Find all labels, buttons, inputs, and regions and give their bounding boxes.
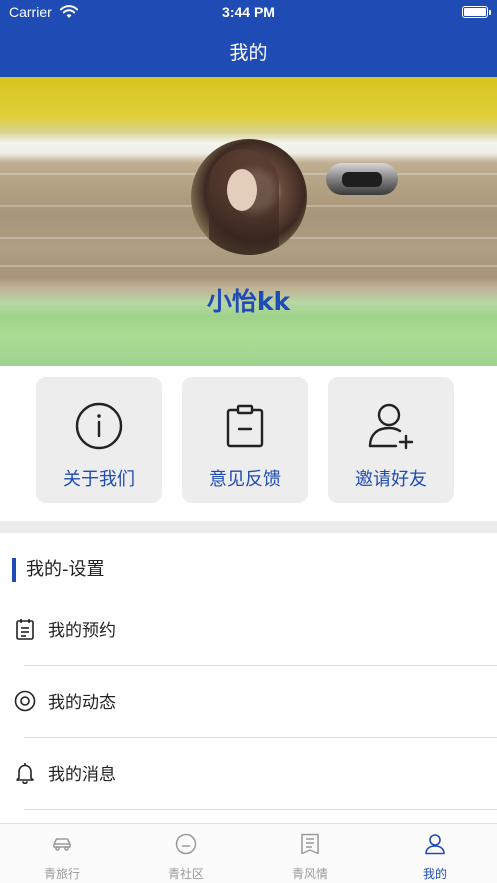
calendar-list-icon — [16, 619, 34, 640]
avatar[interactable] — [191, 139, 307, 255]
invite-friends-button[interactable]: 邀请好友 — [328, 377, 454, 503]
info-icon — [75, 402, 123, 450]
top-bar: Carrier 3:44 PM 我的 — [0, 0, 497, 77]
user-icon — [425, 834, 445, 855]
row-divider — [24, 809, 497, 810]
tab-label: 青风情 — [291, 867, 328, 881]
tab-travel[interactable]: 青旅行 — [0, 824, 124, 883]
tab-customs[interactable]: 青风情 — [248, 824, 372, 883]
tab-label: 青旅行 — [43, 867, 80, 881]
tab-mine[interactable]: 我的 — [373, 824, 497, 883]
tab-label: 我的 — [422, 867, 447, 881]
feedback-label: 意见反馈 — [209, 469, 281, 490]
settings-section-title: 我的-设置 — [12, 558, 105, 582]
page-title: 我的 — [229, 42, 268, 64]
settings-item-messages[interactable]: 我的消息 — [0, 738, 497, 810]
target-circle-icon — [14, 690, 36, 712]
username: 小怡kk — [206, 287, 291, 316]
clipboard-icon — [226, 404, 264, 448]
settings-item-label: 我的动态 — [48, 693, 116, 713]
tab-community[interactable]: 青社区 — [124, 824, 248, 883]
bell-icon — [16, 763, 34, 784]
invite-friends-label: 邀请好友 — [355, 469, 427, 490]
action-cards: 关于我们 意见反馈 邀请好友 — [36, 377, 454, 503]
battery-icon — [462, 6, 491, 18]
profile-banner: 小怡kk — [0, 77, 497, 366]
document-icon — [301, 833, 319, 855]
settings-item-label: 我的预约 — [48, 621, 116, 641]
status-time: 3:44 PM — [222, 4, 275, 20]
settings-item-reservations[interactable]: 我的预约 — [0, 594, 497, 666]
car-icon — [53, 838, 71, 851]
section-divider — [0, 521, 497, 533]
about-us-button[interactable]: 关于我们 — [36, 377, 162, 503]
add-user-icon — [368, 403, 414, 450]
about-us-label: 关于我们 — [63, 469, 135, 490]
tab-bar: 青旅行 青社区 青风情 我的 — [0, 823, 497, 883]
settings-item-label: 我的消息 — [48, 765, 116, 785]
smile-icon — [175, 833, 197, 855]
feedback-button[interactable]: 意见反馈 — [182, 377, 308, 503]
tab-label: 青社区 — [167, 867, 204, 881]
banner-car-image — [326, 163, 398, 195]
settings-item-posts[interactable]: 我的动态 — [0, 666, 497, 738]
status-bar: Carrier 3:44 PM — [0, 0, 497, 26]
